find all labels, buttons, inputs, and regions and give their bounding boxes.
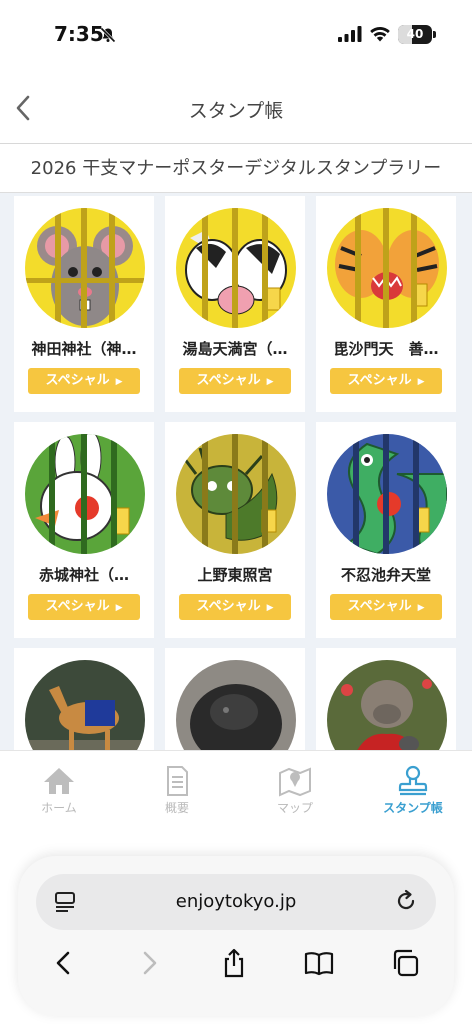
horse-stamp-image	[25, 660, 145, 750]
stamp-card[interactable]: 不忍池弁天堂 スペシャル ▶	[316, 422, 456, 638]
document-icon	[167, 766, 188, 796]
page-title: スタンプ帳	[188, 100, 284, 122]
play-triangle-icon: ▶	[417, 377, 425, 387]
stamp-name: 赤城神社（…	[38, 566, 129, 584]
bell-muted-icon	[100, 27, 116, 43]
tab-label: 概要	[164, 801, 189, 815]
bottom-tab-bar: ホーム 概要 マップ スタンプ帳	[0, 750, 472, 830]
tiger-stamp-image	[327, 208, 447, 328]
dragon-stamp-image	[176, 434, 296, 554]
special-button[interactable]: スペシャル ▶	[28, 368, 140, 394]
special-button[interactable]: スペシャル ▶	[28, 594, 140, 620]
stamp-card[interactable]	[165, 648, 305, 750]
battery-nub	[433, 31, 436, 38]
monkey-statue-stamp-image	[327, 660, 447, 750]
stamp-card[interactable]: 上野東照宮 スペシャル ▶	[165, 422, 305, 638]
tab-stamp-book[interactable]: スタンプ帳	[354, 765, 472, 816]
stamp-name: 上野東照宮	[197, 566, 273, 584]
nav-header: スタンプ帳	[0, 72, 472, 144]
wifi-icon	[370, 26, 390, 42]
tab-label: スタンプ帳	[383, 801, 443, 815]
special-button[interactable]: スペシャル ▶	[330, 368, 442, 394]
stamp-card[interactable]: 毘沙門天 善… スペシャル ▶	[316, 196, 456, 412]
stamp-card[interactable]	[14, 648, 154, 750]
stamp-card[interactable]: 赤城神社（… スペシャル ▶	[14, 422, 154, 638]
play-triangle-icon: ▶	[417, 603, 425, 613]
tab-overview[interactable]: 概要	[118, 765, 236, 816]
address-bar[interactable]: enjoytokyo.jp	[36, 874, 436, 930]
special-button[interactable]: スペシャル ▶	[179, 594, 291, 620]
battery-indicator: 40	[398, 25, 432, 44]
status-time: 7:35	[54, 22, 104, 46]
sheep-stamp-image	[176, 660, 296, 750]
tab-map[interactable]: マップ	[236, 765, 354, 816]
share-icon[interactable]	[219, 948, 249, 978]
stamp-card[interactable]	[316, 648, 456, 750]
rabbit-stamp-image	[25, 434, 145, 554]
stamp-grid: 神田神社（神… スペシャル ▶ 湯島天満宮（… スペシャル ▶ 毘沙門天 善… …	[0, 193, 472, 750]
stamp-name: 毘沙門天 善…	[333, 340, 439, 358]
signal-icon	[338, 26, 362, 42]
tabs-icon[interactable]	[390, 948, 420, 978]
stamp-name: 神田神社（神…	[31, 340, 137, 358]
special-button[interactable]: スペシャル ▶	[179, 368, 291, 394]
tab-label: ホーム	[41, 801, 77, 815]
ox-stamp-image	[176, 208, 296, 328]
play-triangle-icon: ▶	[115, 377, 123, 387]
bookmarks-icon[interactable]	[304, 948, 334, 978]
home-icon	[44, 768, 74, 794]
reload-icon[interactable]	[394, 889, 418, 913]
browser-forward-icon[interactable]	[135, 948, 165, 978]
special-button[interactable]: スペシャル ▶	[330, 594, 442, 620]
stamp-card[interactable]: 湯島天満宮（… スペシャル ▶	[165, 196, 305, 412]
url-text: enjoytokyo.jp	[175, 891, 297, 912]
play-triangle-icon: ▶	[266, 377, 274, 387]
map-icon	[279, 767, 311, 797]
play-triangle-icon: ▶	[115, 603, 123, 613]
browser-back-icon[interactable]	[48, 948, 78, 978]
stamp-rally-title: 2026 干支マナーポスターデジタルスタンプラリー	[0, 145, 472, 193]
tab-home[interactable]: ホーム	[0, 765, 118, 816]
play-triangle-icon: ▶	[266, 603, 274, 613]
browser-toolbar: enjoytokyo.jp	[18, 856, 454, 1016]
rat-stamp-image	[25, 208, 145, 328]
status-bar: 7:35 40	[0, 0, 472, 70]
stamp-card[interactable]: 神田神社（神… スペシャル ▶	[14, 196, 154, 412]
stamp-name: 湯島天満宮（…	[182, 340, 288, 358]
tab-label: マップ	[276, 801, 313, 815]
stamp-name: 不忍池弁天堂	[340, 566, 431, 584]
battery-level: 40	[406, 27, 424, 41]
stamp-icon	[398, 765, 428, 796]
snake-stamp-image	[327, 434, 447, 554]
